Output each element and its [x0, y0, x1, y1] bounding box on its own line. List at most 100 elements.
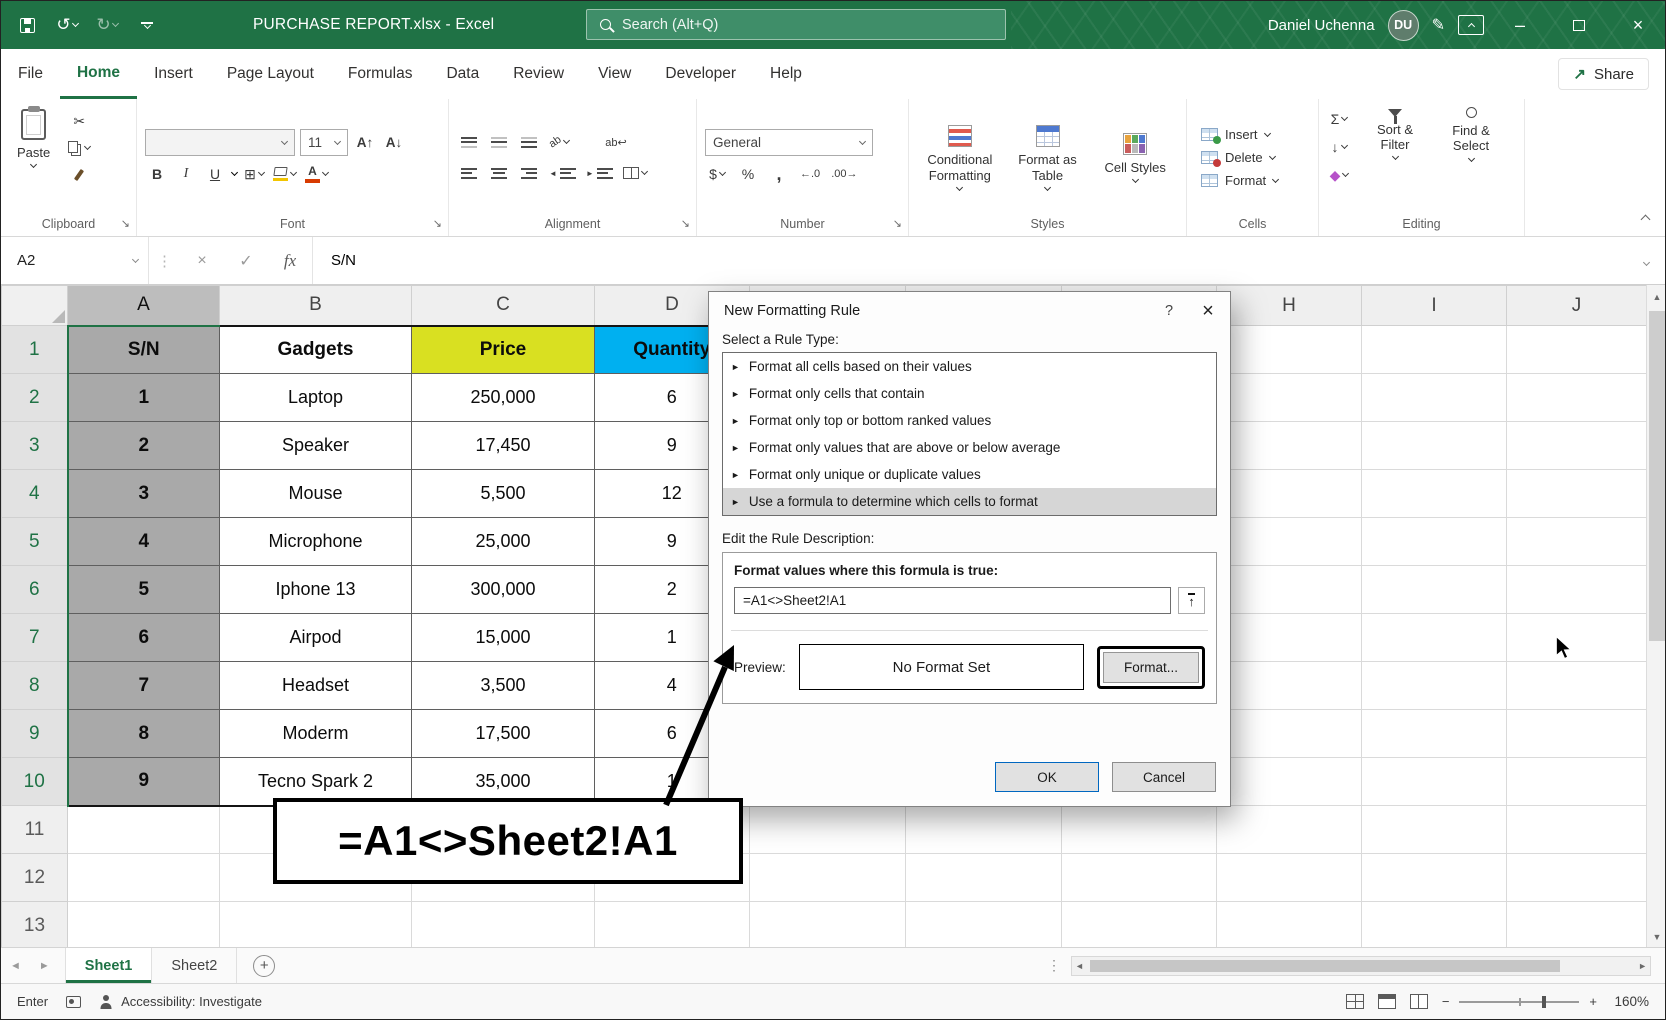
cell-H11[interactable]: [1217, 806, 1362, 854]
decrease-indent-button[interactable]: ◄: [547, 161, 578, 185]
font-size-combo[interactable]: 11: [300, 129, 348, 156]
align-left-button[interactable]: [457, 161, 481, 185]
row-header-10[interactable]: 10: [2, 758, 68, 806]
cell-H3[interactable]: [1217, 422, 1362, 470]
col-header-H[interactable]: H: [1217, 286, 1362, 326]
cell-C3[interactable]: 17,450: [412, 422, 595, 470]
cell-I13[interactable]: [1362, 902, 1507, 950]
row-header-8[interactable]: 8: [2, 662, 68, 710]
cell-C1[interactable]: Price: [412, 326, 595, 374]
cell-H12[interactable]: [1217, 854, 1362, 902]
cell-I8[interactable]: [1362, 662, 1507, 710]
cell-I10[interactable]: [1362, 758, 1507, 806]
collapse-ribbon-button[interactable]: [1642, 210, 1649, 228]
tab-file[interactable]: File: [1, 49, 60, 99]
row-header-3[interactable]: 3: [2, 422, 68, 470]
formula-input[interactable]: =A1<>Sheet2!A1: [734, 587, 1171, 614]
cell-H6[interactable]: [1217, 566, 1362, 614]
cell-I5[interactable]: [1362, 518, 1507, 566]
format-button[interactable]: Format...: [1103, 652, 1199, 683]
cell-A10[interactable]: 9: [68, 758, 220, 806]
tab-formulas[interactable]: Formulas: [331, 49, 430, 99]
cell-J7[interactable]: [1507, 614, 1647, 662]
cell-I12[interactable]: [1362, 854, 1507, 902]
cell-J1[interactable]: [1507, 326, 1647, 374]
underline-button[interactable]: U: [203, 162, 227, 186]
cell-F13[interactable]: [906, 902, 1062, 950]
search-box[interactable]: Search (Alt+Q): [586, 9, 1006, 40]
row-header-4[interactable]: 4: [2, 470, 68, 518]
cell-B6[interactable]: Iphone 13: [220, 566, 412, 614]
user-avatar[interactable]: DU: [1388, 10, 1419, 41]
customize-qat-button[interactable]: [129, 9, 165, 41]
scroll-up-icon[interactable]: ▲: [1647, 287, 1666, 307]
zoom-slider-thumb[interactable]: [1542, 996, 1546, 1008]
cell-G12[interactable]: [1062, 854, 1217, 902]
new-sheet-button[interactable]: +: [253, 955, 275, 977]
font-color-button[interactable]: A: [303, 162, 330, 186]
row-header-6[interactable]: 6: [2, 566, 68, 614]
scroll-left-icon[interactable]: ◄: [1075, 961, 1084, 971]
horizontal-scrollbar[interactable]: ◄ ►: [1071, 956, 1651, 976]
col-header-B[interactable]: B: [220, 286, 412, 326]
cell-B13[interactable]: [220, 902, 412, 950]
cell-J2[interactable]: [1507, 374, 1647, 422]
cell-J8[interactable]: [1507, 662, 1647, 710]
cell-A11[interactable]: [68, 806, 220, 854]
format-cells-button[interactable]: Format: [1195, 171, 1310, 190]
cell-H10[interactable]: [1217, 758, 1362, 806]
normal-view-button[interactable]: [1346, 994, 1364, 1009]
cell-E11[interactable]: [750, 806, 906, 854]
close-button[interactable]: ×: [1615, 1, 1661, 49]
middle-align-button[interactable]: [487, 130, 511, 154]
ribbon-display-options-button[interactable]: [1458, 15, 1484, 35]
share-button[interactable]: ↗ Share: [1558, 58, 1649, 90]
orientation-button[interactable]: ab: [547, 130, 571, 154]
row-header-11[interactable]: 11: [2, 806, 68, 854]
cell-J3[interactable]: [1507, 422, 1647, 470]
sort-filter-button[interactable]: Sort & Filter: [1359, 105, 1431, 163]
find-select-button[interactable]: Find & Select: [1435, 105, 1507, 163]
borders-button[interactable]: ⊞: [242, 162, 266, 186]
fill-button[interactable]: ↓: [1327, 135, 1351, 159]
cell-A6[interactable]: 5: [68, 566, 220, 614]
save-button[interactable]: [9, 9, 45, 41]
cell-F11[interactable]: [906, 806, 1062, 854]
user-name[interactable]: Daniel Uchenna: [1268, 17, 1375, 34]
cell-C2[interactable]: 250,000: [412, 374, 595, 422]
ok-button[interactable]: OK: [995, 762, 1099, 792]
accessibility-status[interactable]: Accessibility: Investigate: [99, 994, 262, 1009]
formula-bar-content[interactable]: S/N: [312, 237, 1628, 284]
wrap-text-button[interactable]: ab↩: [603, 130, 628, 154]
zoom-in-button[interactable]: +: [1589, 994, 1597, 1009]
insert-cells-button[interactable]: Insert: [1195, 125, 1310, 144]
next-sheet-button[interactable]: ►: [30, 960, 59, 972]
cell-H7[interactable]: [1217, 614, 1362, 662]
tab-home[interactable]: Home: [60, 49, 137, 99]
cell-C7[interactable]: 15,000: [412, 614, 595, 662]
page-layout-view-button[interactable]: [1378, 994, 1396, 1009]
row-header-5[interactable]: 5: [2, 518, 68, 566]
font-name-combo[interactable]: [145, 129, 295, 156]
cell-J11[interactable]: [1507, 806, 1647, 854]
cell-A12[interactable]: [68, 854, 220, 902]
copy-button[interactable]: [66, 136, 92, 160]
vertical-scrollbar[interactable]: ▲ ▼: [1646, 285, 1666, 949]
italic-button[interactable]: I: [174, 162, 198, 186]
vertical-scrollbar-thumb[interactable]: [1649, 311, 1665, 641]
autosum-button[interactable]: Σ: [1327, 107, 1351, 131]
underline-chevron-icon[interactable]: [231, 169, 238, 176]
align-right-button[interactable]: [517, 161, 541, 185]
fill-color-button[interactable]: [271, 162, 298, 186]
cell-H2[interactable]: [1217, 374, 1362, 422]
tab-review[interactable]: Review: [496, 49, 581, 99]
cell-I11[interactable]: [1362, 806, 1507, 854]
cell-C6[interactable]: 300,000: [412, 566, 595, 614]
cell-B5[interactable]: Microphone: [220, 518, 412, 566]
cell-I1[interactable]: [1362, 326, 1507, 374]
row-header-13[interactable]: 13: [2, 902, 68, 950]
rule-type-option-2[interactable]: ►Format only cells that contain: [723, 380, 1216, 407]
cell-B8[interactable]: Headset: [220, 662, 412, 710]
dialog-title-bar[interactable]: New Formatting Rule ? ×: [709, 292, 1230, 330]
cell-A1[interactable]: S/N: [68, 326, 220, 374]
